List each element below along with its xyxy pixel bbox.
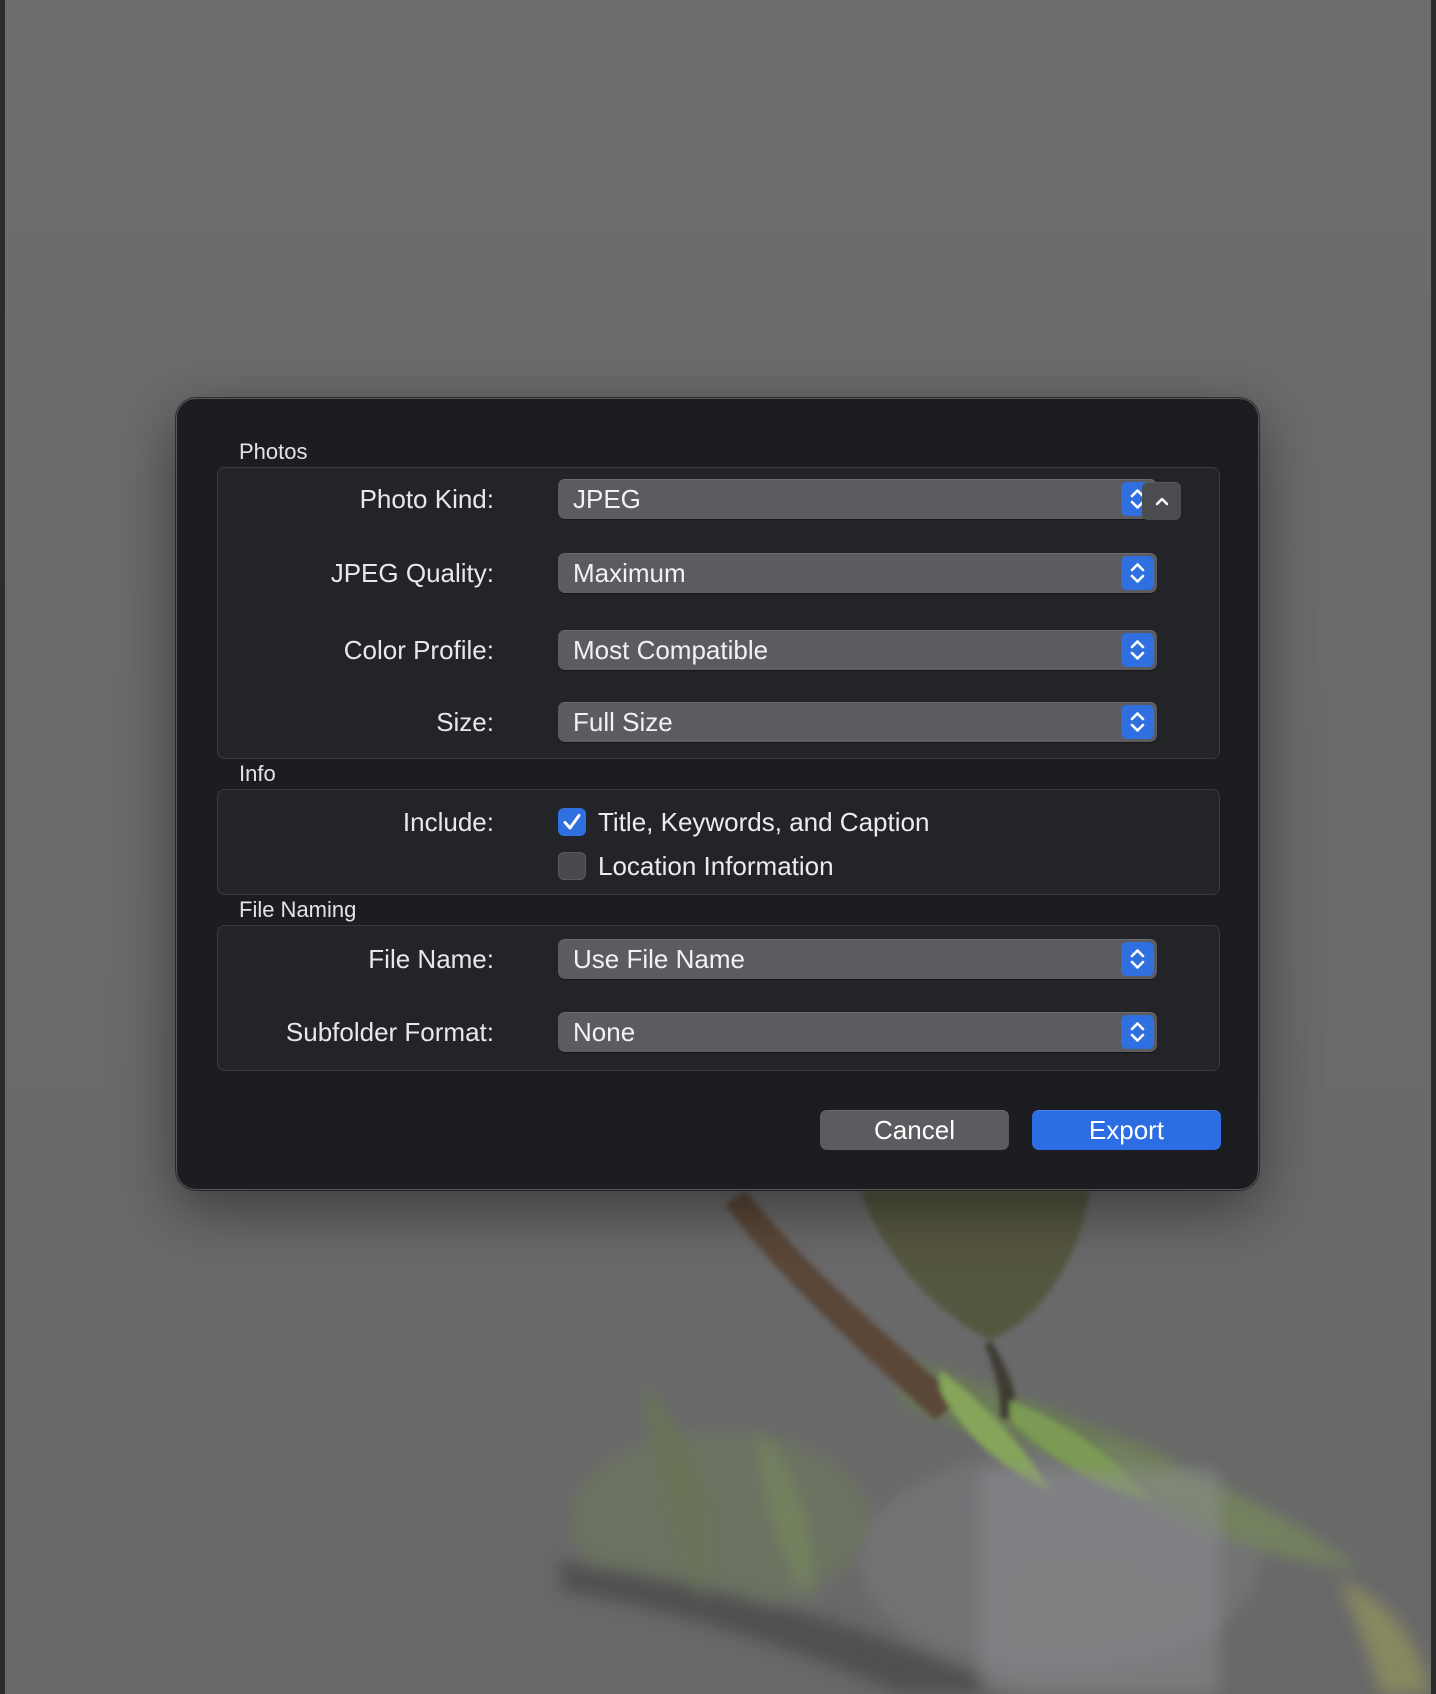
location-information-label[interactable]: Location Information (598, 850, 834, 882)
photo-kind-value: JPEG (573, 484, 641, 514)
subfolder-format-value: None (573, 1017, 636, 1047)
size-popup[interactable]: Full Size (558, 702, 1157, 742)
info-group: Include: Title, Keywords, and Caption Lo… (217, 789, 1220, 895)
file-naming-group: File Name: Use File Name Subfolder Forma… (217, 925, 1220, 1071)
size-value: Full Size (573, 707, 673, 737)
export-dialog: Photos Photo Kind: JPEG JPEG Quality: Ma… (176, 398, 1259, 1190)
file-name-value: Use File Name (573, 944, 745, 974)
color-profile-popup[interactable]: Most Compatible (558, 630, 1157, 670)
color-profile-value: Most Compatible (573, 635, 769, 665)
chevron-up-down-icon (1121, 556, 1154, 590)
window-edge-right (1431, 0, 1436, 1694)
cancel-button[interactable]: Cancel (820, 1110, 1009, 1150)
chevron-up-down-icon (1121, 942, 1154, 976)
checkmark-icon (563, 814, 581, 830)
chevron-up-down-icon (1121, 705, 1154, 739)
location-information-checkbox[interactable] (558, 852, 586, 880)
jpeg-quality-label: JPEG Quality: (330, 558, 494, 588)
file-name-label: File Name: (368, 944, 494, 974)
jpeg-quality-popup[interactable]: Maximum (558, 553, 1157, 593)
title-keywords-caption-label[interactable]: Title, Keywords, and Caption (598, 806, 929, 838)
photo-kind-label: Photo Kind: (359, 484, 494, 514)
photos-group: Photo Kind: JPEG JPEG Quality: Maximum C… (217, 467, 1220, 759)
color-profile-label: Color Profile: (343, 635, 494, 665)
file-name-popup[interactable]: Use File Name (558, 939, 1157, 979)
export-button[interactable]: Export (1032, 1110, 1221, 1150)
subfolder-format-label: Subfolder Format: (285, 1017, 494, 1047)
chevron-up-down-icon (1121, 633, 1154, 667)
section-title-photos: Photos (239, 439, 308, 464)
size-label: Size: (436, 707, 494, 737)
chevron-up-down-icon (1121, 1015, 1154, 1049)
window-edge-left (0, 0, 5, 1694)
collapse-options-button[interactable] (1142, 482, 1181, 520)
chevron-up-icon (1155, 497, 1168, 506)
subfolder-format-popup[interactable]: None (558, 1012, 1157, 1052)
title-keywords-caption-checkbox[interactable] (558, 808, 586, 836)
section-title-file-naming: File Naming (239, 897, 357, 922)
section-title-info: Info (239, 761, 276, 786)
photo-kind-popup[interactable]: JPEG (558, 479, 1157, 519)
include-label: Include: (402, 807, 494, 837)
jpeg-quality-value: Maximum (573, 558, 686, 588)
